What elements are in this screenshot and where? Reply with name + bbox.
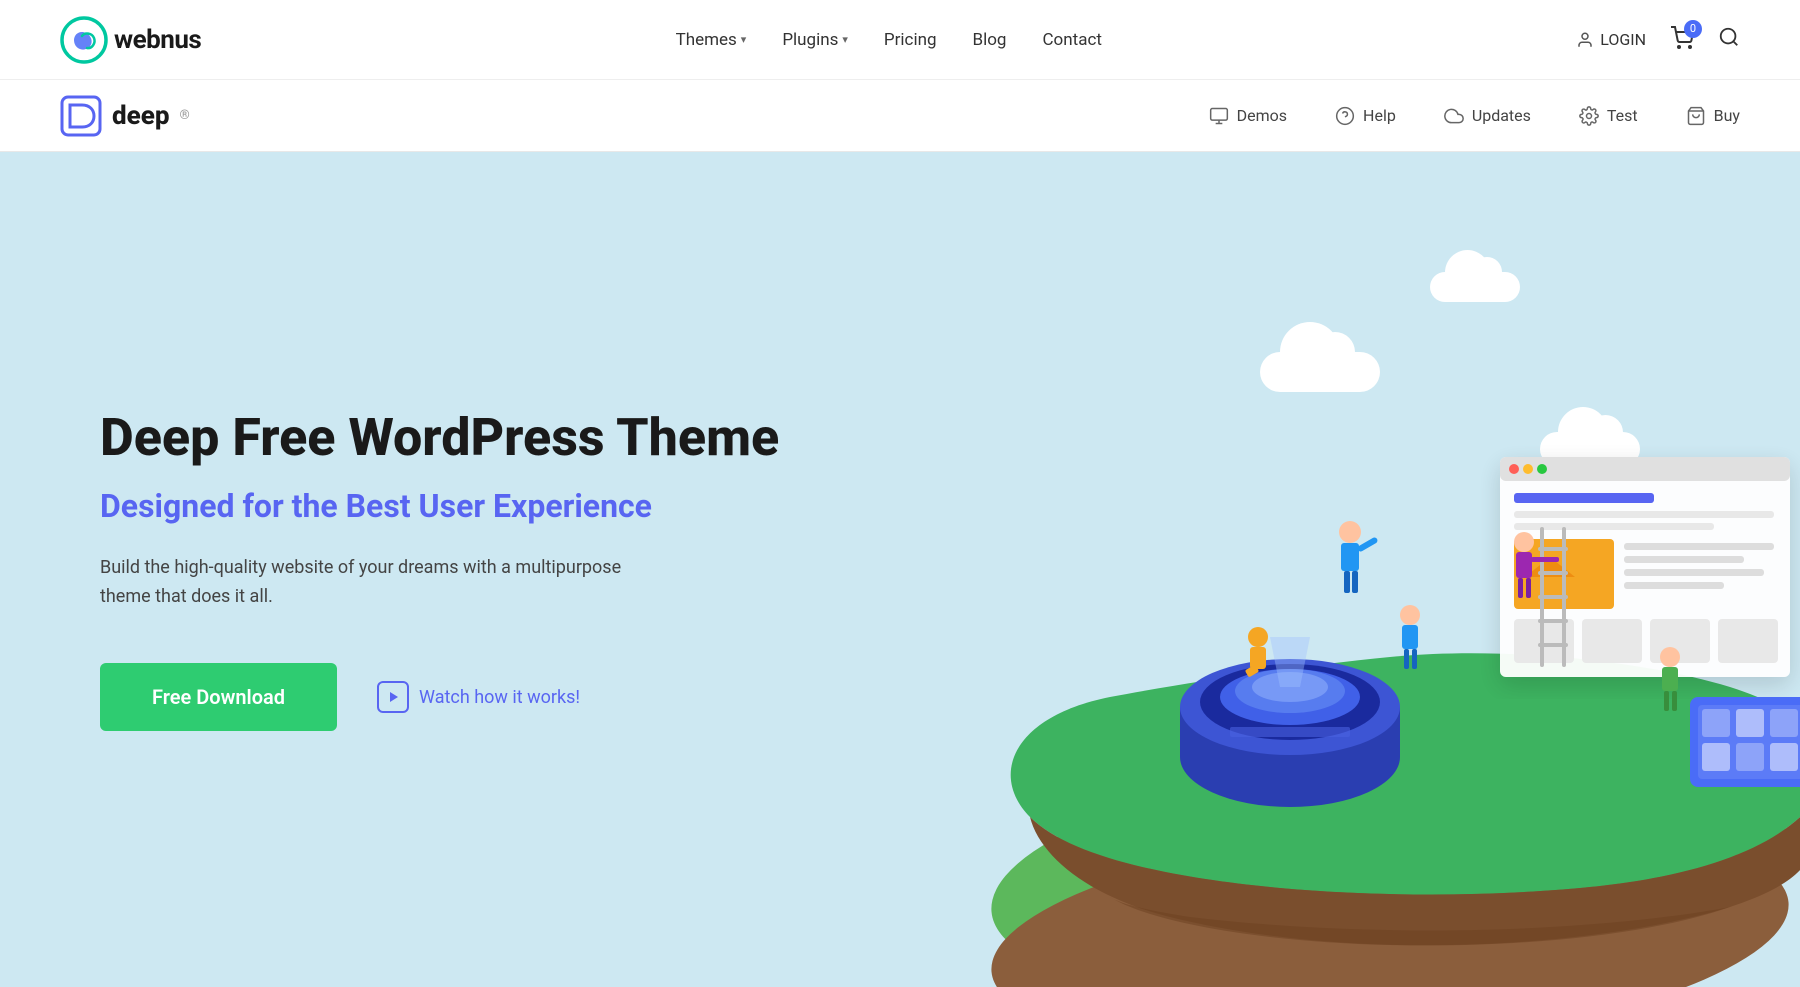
nav-contact[interactable]: Contact xyxy=(1042,30,1101,50)
cart-button[interactable]: 0 xyxy=(1670,26,1694,54)
monitor-icon xyxy=(1209,106,1229,126)
floating-tablet-illustration xyxy=(1690,697,1800,787)
subnav-updates[interactable]: Updates xyxy=(1444,106,1531,126)
site-logo[interactable]: webnus xyxy=(60,16,201,64)
subnav-help[interactable]: Help xyxy=(1335,106,1396,126)
hero-title: Deep Free WordPress Theme xyxy=(100,408,779,468)
nav-plugins[interactable]: Plugins ▾ xyxy=(782,30,848,50)
themes-chevron-icon: ▾ xyxy=(741,33,747,46)
shopping-bag-icon xyxy=(1686,106,1706,126)
subnav-test[interactable]: Test xyxy=(1579,106,1638,126)
nav-right-actions: LOGIN 0 xyxy=(1576,26,1740,54)
login-button[interactable]: LOGIN xyxy=(1576,30,1646,49)
plugins-chevron-icon: ▾ xyxy=(842,33,848,46)
deep-trademark: ® xyxy=(179,108,189,123)
webnus-logo-icon xyxy=(60,16,108,64)
search-icon xyxy=(1718,26,1740,48)
deep-logo[interactable]: deep ® xyxy=(60,95,190,137)
nav-blog[interactable]: Blog xyxy=(973,30,1007,50)
watch-video-link[interactable]: Watch how it works! xyxy=(377,681,580,713)
deep-subnav: deep ® Demos Help Updates xyxy=(0,80,1800,152)
free-download-button[interactable]: Free Download xyxy=(100,663,337,731)
cart-badge-count: 0 xyxy=(1684,20,1702,38)
ladder-illustration xyxy=(1538,527,1568,667)
play-triangle-icon xyxy=(387,691,399,703)
hero-subtitle: Designed for the Best User Experience xyxy=(100,487,779,525)
search-button[interactable] xyxy=(1718,26,1740,53)
subnav-demos[interactable]: Demos xyxy=(1209,106,1287,126)
nav-pricing[interactable]: Pricing xyxy=(884,30,937,50)
deep-subnav-links: Demos Help Updates Test xyxy=(1209,106,1740,126)
settings-icon xyxy=(1579,106,1599,126)
cloud-icon xyxy=(1444,106,1464,126)
deep-brand-name: deep xyxy=(112,101,169,131)
figure-standing-1 xyxy=(1339,521,1379,593)
deep-logo-icon xyxy=(60,95,102,137)
top-navigation: webnus Themes ▾ Plugins ▾ Pricing Blog C… xyxy=(0,0,1800,80)
help-circle-icon xyxy=(1335,106,1355,126)
hero-actions: Free Download Watch how it works! xyxy=(100,663,779,731)
user-icon xyxy=(1576,31,1594,49)
nav-themes[interactable]: Themes ▾ xyxy=(676,30,747,50)
hero-section: Deep Free WordPress Theme Designed for t… xyxy=(0,152,1800,987)
play-icon xyxy=(377,681,409,713)
site-brand-name: webnus xyxy=(114,25,201,55)
main-nav-links: Themes ▾ Plugins ▾ Pricing Blog Contact xyxy=(676,30,1102,50)
hero-description: Build the high-quality website of your d… xyxy=(100,554,640,612)
hero-illustration xyxy=(800,152,1800,987)
hero-content: Deep Free WordPress Theme Designed for t… xyxy=(100,408,779,732)
subnav-buy[interactable]: Buy xyxy=(1686,106,1740,126)
island-svg xyxy=(910,297,1800,987)
